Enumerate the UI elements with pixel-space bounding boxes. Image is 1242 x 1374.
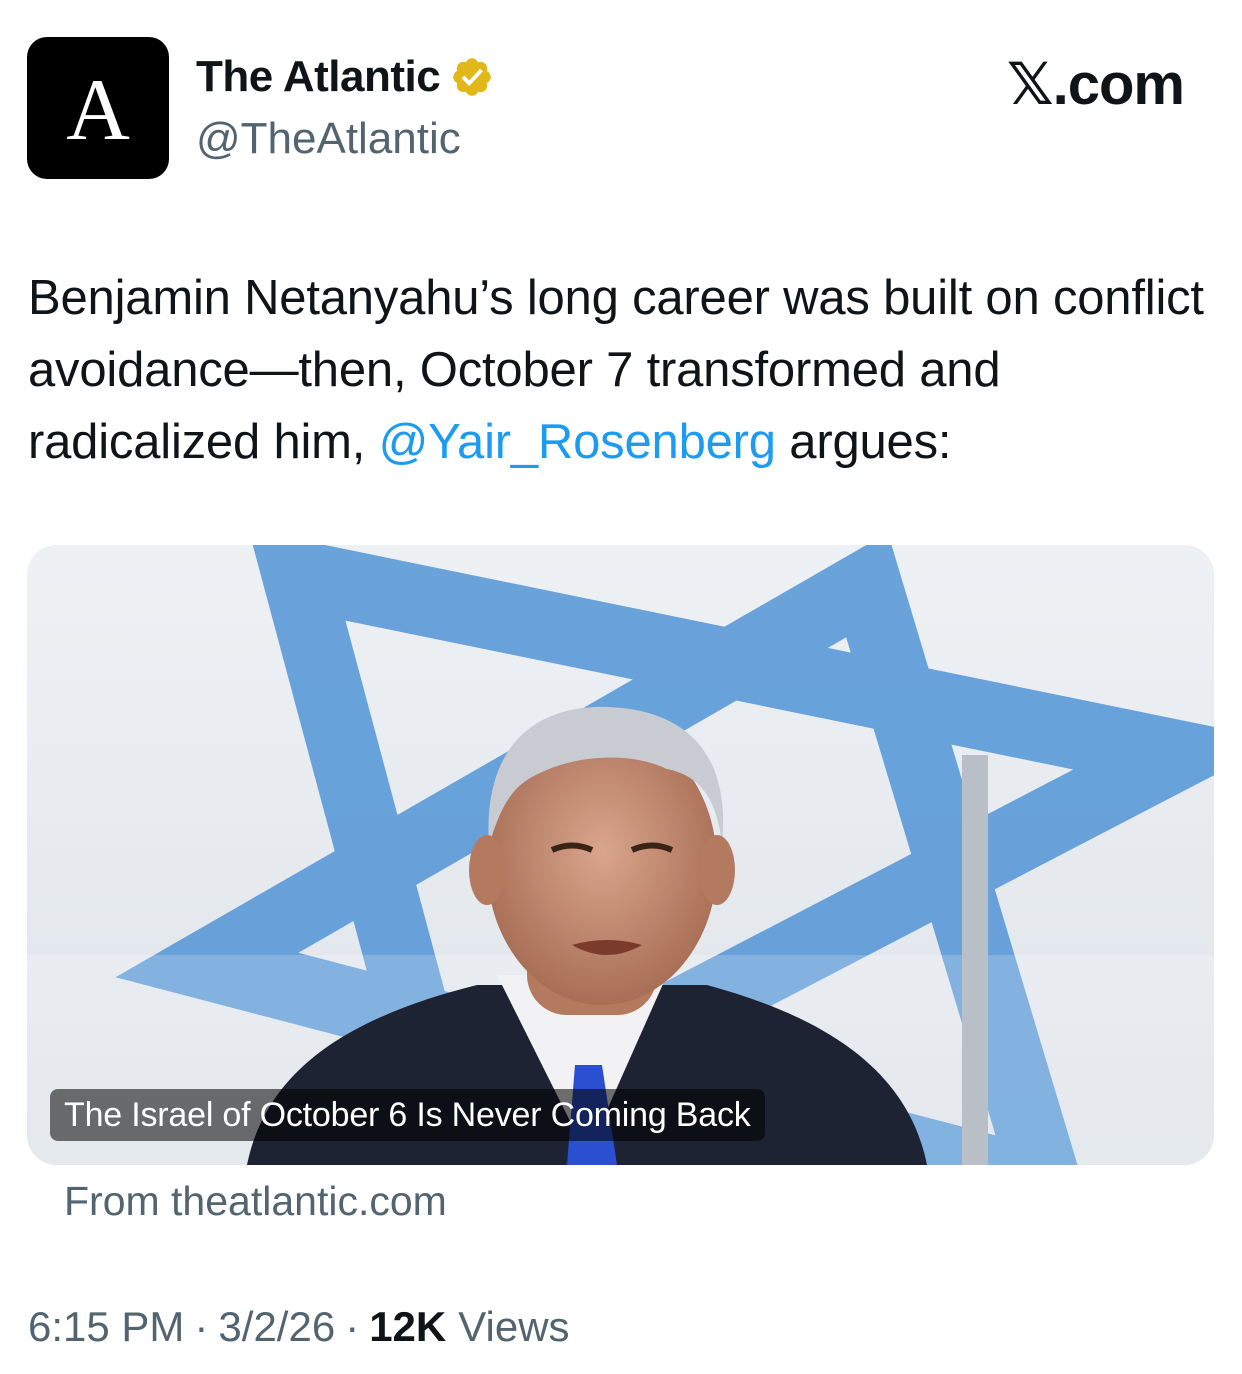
link-card[interactable]: The Israel of October 6 Is Never Coming …: [27, 545, 1214, 1165]
tweet-meta: 6:15 PM · 3/2/26 · 12K Views: [28, 1303, 570, 1351]
card-title[interactable]: The Israel of October 6 Is Never Coming …: [50, 1089, 765, 1141]
meta-separator: ·: [345, 1303, 360, 1350]
tweet-text-after: argues:: [775, 415, 952, 469]
card-source[interactable]: From theatlantic.com: [64, 1178, 447, 1225]
meta-separator: ·: [194, 1303, 209, 1350]
author-name-row[interactable]: The Atlantic: [196, 52, 494, 102]
tweet-date[interactable]: 3/2/26: [218, 1303, 335, 1351]
avatar-letter: A: [66, 62, 130, 159]
author-display-name[interactable]: The Atlantic: [196, 52, 441, 102]
x-brand-logo: 𝕏.com: [1006, 52, 1185, 117]
mention-link[interactable]: @Yair_Rosenberg: [379, 415, 776, 469]
views-label: Views: [458, 1303, 570, 1350]
views-count: 12K: [369, 1303, 447, 1350]
tweet-text: Benjamin Netanyahu’s long career was bui…: [28, 262, 1228, 478]
author-avatar[interactable]: A: [27, 37, 169, 179]
verified-badge-icon: [453, 58, 491, 96]
tweet-time[interactable]: 6:15 PM: [28, 1303, 184, 1351]
author-handle[interactable]: @TheAtlantic: [196, 114, 461, 164]
card-image: [27, 545, 1214, 1165]
